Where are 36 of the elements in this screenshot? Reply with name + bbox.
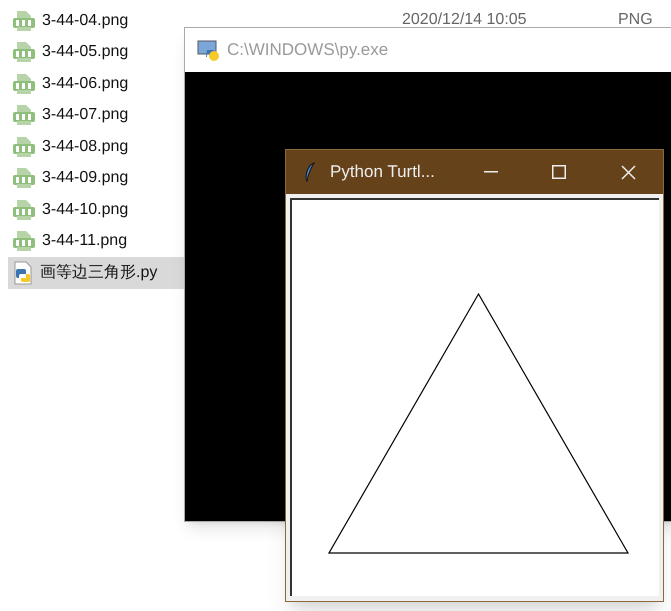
close-icon [620,164,636,180]
png-file-icon [12,230,36,252]
file-name: 3-44-06.png [42,74,128,94]
file-date: 2020/12/14 10:05 [402,10,527,30]
file-item[interactable]: 3-44-10.png [8,194,184,226]
file-item[interactable]: 3-44-08.png [8,131,184,162]
png-file-icon [12,41,36,64]
file-type: PNG [618,10,653,30]
file-item[interactable]: 3-44-06.png [8,68,184,100]
file-item[interactable]: 3-44-07.png [8,100,184,131]
file-name: 3-44-08.png [42,136,128,157]
file-name: 3-44-07.png [42,105,128,126]
console-icon [197,39,221,61]
file-name: 3-44-10.png [42,200,128,220]
window-title: Python Turtl... [330,161,435,184]
png-file-icon [12,72,36,95]
maximize-icon [552,165,566,179]
file-item[interactable]: 3-44-09.png [8,162,184,194]
file-name: 画等边三角形.py [40,262,158,283]
window-title: C:\WINDOWS\py.exe [227,39,388,62]
png-file-icon [12,10,36,32]
feather-icon [304,162,316,182]
png-file-icon [12,104,36,126]
png-file-icon [12,136,36,158]
png-file-icon [12,167,36,190]
file-name: 3-44-05.png [42,42,128,62]
minimize-icon [484,171,498,173]
file-item[interactable]: 3-44-05.png [8,36,184,68]
file-name: 3-44-09.png [42,168,128,188]
python-file-icon [12,260,34,285]
png-file-icon [12,198,36,221]
file-name: 3-44-11.png [42,231,128,252]
file-name: 3-44-04.png [42,10,128,31]
file-item[interactable]: 3-44-11.png [8,226,184,257]
file-item[interactable]: 画等边三角形.py [8,257,184,288]
file-item[interactable]: 3-44-04.png [8,5,184,36]
